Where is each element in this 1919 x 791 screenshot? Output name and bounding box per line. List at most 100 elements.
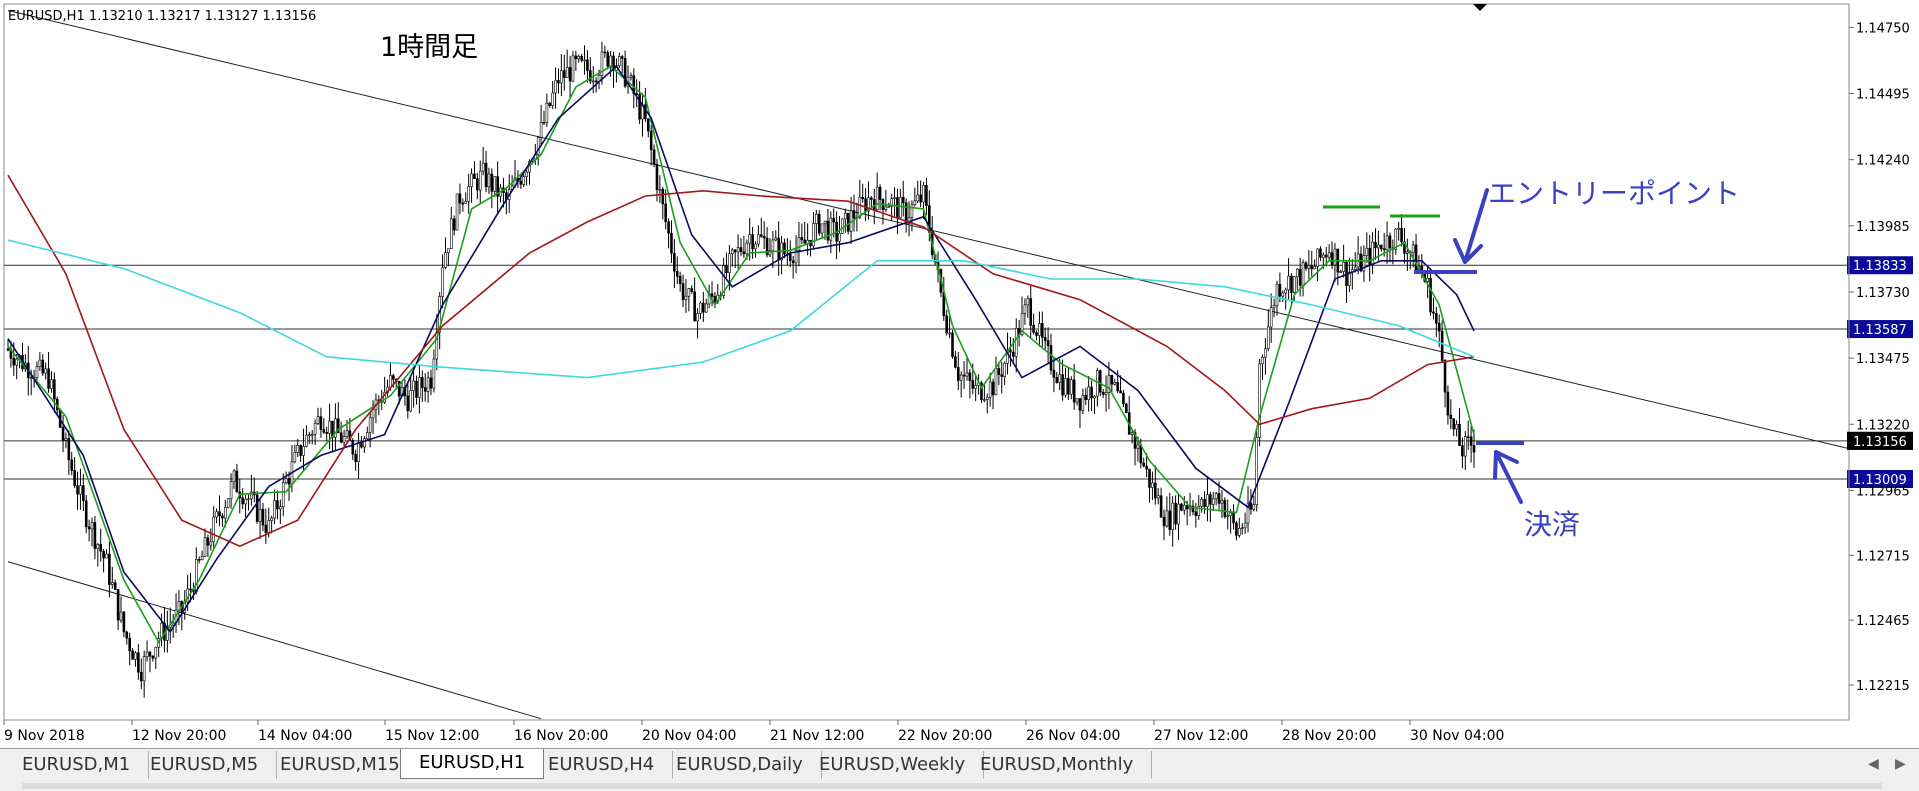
candle-body: [145, 651, 149, 658]
candle-body: [826, 220, 830, 241]
candle-body: [658, 188, 662, 191]
tab-eurusd-h4[interactable]: EURUSD,H4: [530, 751, 674, 779]
candle-body: [1093, 395, 1096, 399]
candle-body: [777, 237, 780, 261]
candle-body: [1379, 244, 1383, 249]
candle-body: [296, 445, 300, 453]
candle-body: [1382, 248, 1386, 251]
candle-body: [1388, 235, 1392, 249]
tab-eurusd-h1[interactable]: EURUSD,H1: [400, 749, 545, 779]
candle-body: [476, 178, 479, 191]
candle-body: [226, 498, 230, 508]
tab-eurusd-m15[interactable]: EURUSD,M15: [262, 751, 419, 779]
candle-body: [757, 234, 760, 245]
candle-body: [673, 252, 676, 272]
candle-body: [545, 102, 549, 123]
candle-body: [122, 611, 126, 633]
candle-body: [594, 80, 598, 83]
candle-body: [108, 553, 111, 585]
candle-body: [412, 380, 415, 391]
candle-body: [273, 500, 276, 519]
candle-body: [1368, 247, 1371, 265]
candle-body: [994, 368, 998, 396]
tab-eurusd-weekly[interactable]: EURUSD,Weekly: [801, 751, 985, 779]
y-tick-label: 1.12715: [1856, 549, 1910, 564]
candle-body: [229, 481, 233, 499]
candle-body: [261, 508, 265, 526]
candle-body: [432, 358, 436, 389]
candle-body: [455, 193, 459, 231]
candle-body: [1029, 298, 1033, 326]
candle-body: [70, 459, 74, 471]
candle-body: [1353, 266, 1357, 270]
candle-body: [896, 197, 899, 219]
candle-body: [1159, 495, 1163, 518]
candle-body: [1058, 374, 1061, 383]
candle-body: [116, 589, 120, 621]
candle-body: [745, 242, 749, 255]
candle-body: [197, 559, 201, 561]
candle-body: [788, 253, 792, 261]
candle-body: [1232, 512, 1235, 524]
tab-eurusd-daily[interactable]: EURUSD,Daily: [658, 751, 822, 779]
candle-body: [997, 368, 1001, 375]
candle-body: [1458, 424, 1461, 446]
tab-scroll-right-icon[interactable]: ▶: [1895, 755, 1906, 772]
tab-eurusd-monthly[interactable]: EURUSD,Monthly: [962, 751, 1153, 779]
candle-body: [812, 223, 815, 247]
candle-body: [1217, 493, 1221, 504]
candle-body: [985, 396, 989, 400]
candle-body: [713, 296, 717, 302]
candle-body: [215, 511, 218, 518]
candle-body: [870, 197, 873, 200]
candle-body: [41, 359, 45, 374]
y-tick-label: 1.13730: [1856, 286, 1910, 301]
candle-body: [661, 188, 665, 205]
candle-body: [965, 372, 969, 377]
candle-body: [1012, 351, 1015, 357]
candle-body: [284, 478, 288, 484]
candle-body: [1223, 499, 1227, 517]
candle-body: [29, 377, 33, 379]
candle-body: [1310, 265, 1314, 270]
candle-body: [649, 130, 653, 151]
candle-body: [838, 233, 841, 242]
candle-body: [690, 288, 694, 293]
candle-body: [733, 249, 737, 253]
candle-body: [1116, 382, 1119, 392]
candle-body: [1339, 271, 1343, 273]
candle-body: [1003, 362, 1006, 377]
candle-body: [974, 385, 977, 389]
candle-body: [409, 390, 413, 412]
candle-body: [925, 185, 928, 206]
tab-scroll-left-icon[interactable]: ◀: [1868, 755, 1879, 772]
candle-body: [1377, 244, 1380, 249]
candle-body: [1220, 499, 1224, 504]
candle-body: [1087, 386, 1090, 401]
candle-body: [820, 223, 824, 234]
candle-body: [1322, 254, 1325, 258]
candle-body: [1061, 374, 1064, 396]
candle-body: [1052, 369, 1056, 378]
price-chart[interactable]: 1.138331.135871.131561.130091.147501.144…: [0, 0, 1919, 748]
candle-body: [1443, 360, 1447, 393]
candle-body: [203, 537, 207, 557]
tab-eurusd-m5[interactable]: EURUSD,M5: [132, 751, 278, 779]
candle-body: [548, 102, 552, 106]
candle-body: [1023, 304, 1027, 314]
level-label: 1.13833: [1853, 259, 1907, 274]
candle-body: [319, 416, 323, 430]
horizontal-scrollbar[interactable]: [22, 783, 1882, 789]
candle-body: [1324, 254, 1328, 258]
candle-body: [832, 217, 836, 223]
candle-body: [664, 203, 667, 223]
price-axis: 1.138331.135871.131561.130091.147501.144…: [1847, 4, 1913, 720]
candle-body: [800, 237, 804, 241]
candle-body: [571, 55, 575, 82]
candle-body: [38, 359, 42, 367]
candle-body: [638, 94, 641, 120]
candle-body: [1261, 356, 1264, 365]
candle-body: [1090, 386, 1093, 399]
candle-body: [264, 524, 268, 533]
tab-eurusd-m1[interactable]: EURUSD,M1: [4, 751, 150, 779]
